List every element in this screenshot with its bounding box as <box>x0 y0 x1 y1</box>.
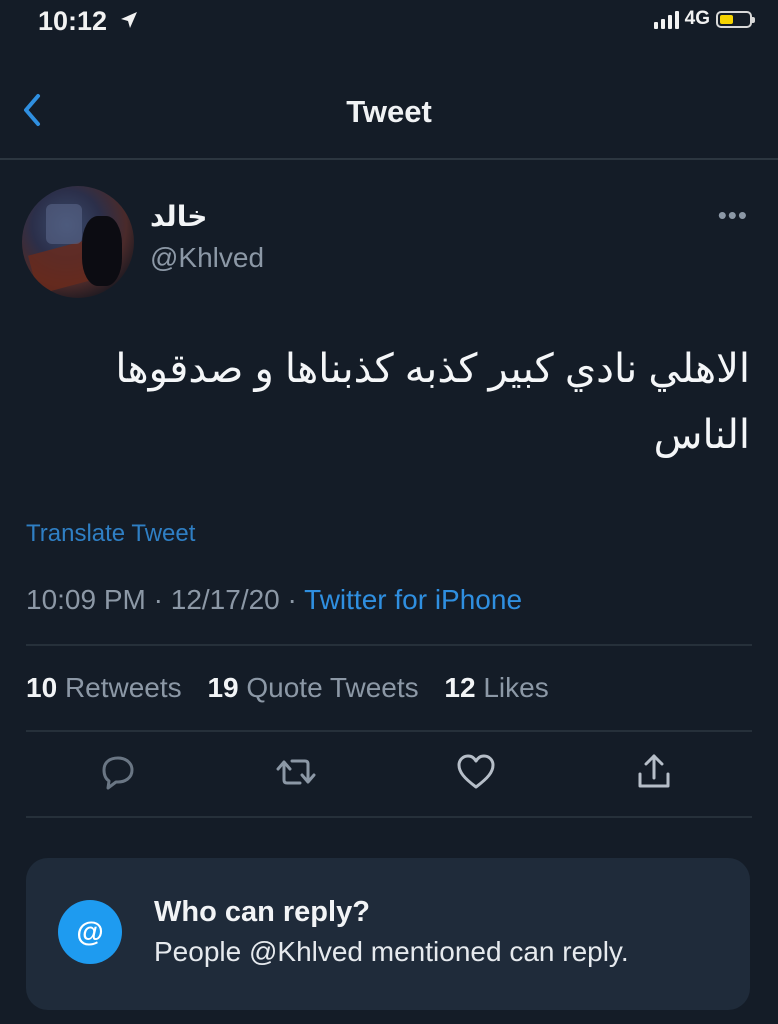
like-heart-icon[interactable] <box>454 750 498 794</box>
translate-tweet-link[interactable]: Translate Tweet <box>26 520 195 548</box>
signal-icon <box>653 9 679 29</box>
likes-count: 12 <box>444 672 476 703</box>
nav-header: Tweet <box>0 80 778 160</box>
who-can-reply-title: Who can reply? <box>154 896 370 928</box>
quote-tweets-count: 19 <box>207 672 239 703</box>
retweet-icon[interactable] <box>274 750 318 794</box>
likes-label: Likes <box>483 672 549 703</box>
tweet-stats: 10 Retweets 19 Quote Tweets 12 Likes <box>26 672 549 704</box>
retweets-stat[interactable]: 10 Retweets <box>26 672 182 703</box>
meta-separator: · <box>279 584 305 615</box>
retweets-label: Retweets <box>64 672 182 703</box>
quote-tweets-stat[interactable]: 19 Quote Tweets <box>207 672 418 703</box>
divider <box>26 816 752 818</box>
who-can-reply-subtitle: People @Khlved mentioned can reply. <box>154 936 629 967</box>
status-time: 10:12 <box>38 6 108 36</box>
action-bar <box>0 750 778 804</box>
tweet-source-link[interactable]: Twitter for iPhone <box>304 584 522 615</box>
tweet-text: الاهلي نادي كبير كذبه كذبناها و صدقوها ا… <box>115 347 750 457</box>
who-can-reply-card: @ Who can reply? People @Khlved mentione… <box>26 858 750 1010</box>
share-icon[interactable] <box>632 750 676 794</box>
divider <box>26 644 752 646</box>
reply-icon[interactable] <box>96 750 140 794</box>
quote-tweets-label: Quote Tweets <box>246 672 419 703</box>
more-options-icon[interactable]: ••• <box>718 200 748 231</box>
author-display-name[interactable]: خالد <box>150 200 207 233</box>
at-mention-icon: @ <box>58 900 122 964</box>
battery-icon <box>716 10 755 28</box>
page-title: Tweet <box>346 94 432 129</box>
status-indicators: 4G <box>653 8 755 30</box>
tweet-time: 10:09 PM <box>26 584 146 615</box>
status-bar: 10:12 4G <box>0 0 778 44</box>
network-type: 4G <box>684 8 710 29</box>
tweet-meta: 10:09 PM · 12/17/20 · Twitter for iPhone <box>26 584 522 616</box>
divider <box>26 730 752 732</box>
meta-separator: · <box>145 584 171 615</box>
likes-stat[interactable]: 12 Likes <box>444 672 548 703</box>
author-handle[interactable]: @Khlved <box>150 242 264 274</box>
tweet-date: 12/17/20 <box>170 584 280 615</box>
location-arrow-icon <box>119 10 139 35</box>
avatar[interactable] <box>22 186 134 298</box>
retweets-count: 10 <box>26 672 58 703</box>
